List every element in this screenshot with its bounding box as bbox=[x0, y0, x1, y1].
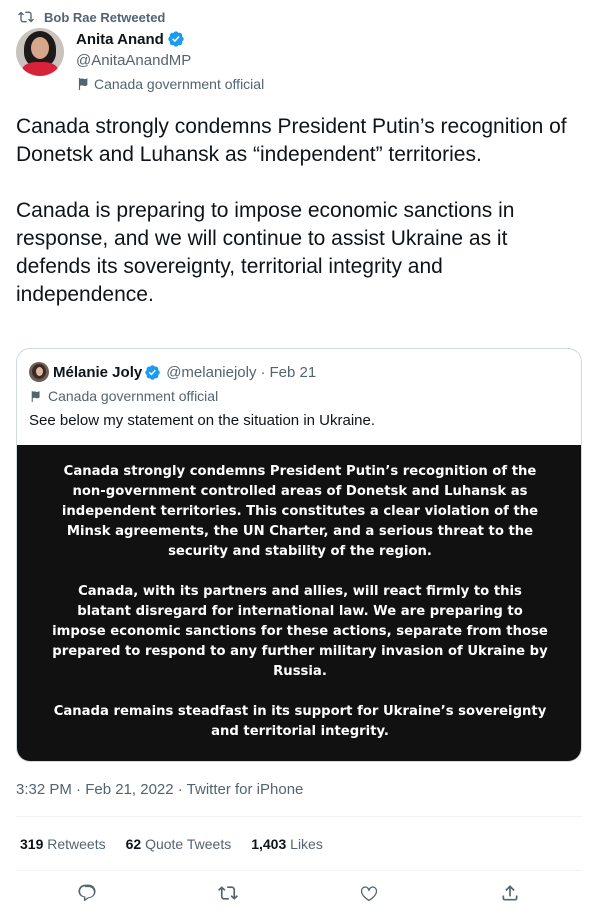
government-label: Canada government official bbox=[76, 75, 264, 93]
separator-dot: · bbox=[260, 363, 266, 381]
statement-paragraph: Canada remains steadfast in its support … bbox=[53, 704, 547, 739]
quoted-tweet-text: See below my statement on the situation … bbox=[29, 412, 376, 429]
statement-image[interactable]: Canada strongly condemns President Putin… bbox=[17, 445, 581, 761]
flag-icon bbox=[78, 78, 88, 90]
action-bar bbox=[16, 878, 582, 908]
author-name[interactable]: Anita Anand bbox=[76, 31, 164, 48]
tweet-header: Anita Anand @AnitaAnandMP Canada governm… bbox=[16, 28, 264, 93]
verified-badge-icon bbox=[168, 31, 184, 47]
statement-paragraph: Canada, with its partners and allies, wi… bbox=[52, 584, 548, 679]
engagement-stats: 319 Retweets 62 Quote Tweets 1,403 Likes bbox=[20, 834, 343, 854]
quoted-tweet-date: Feb 21 bbox=[269, 363, 317, 381]
author-info: Anita Anand @AnitaAnandMP Canada governm… bbox=[76, 28, 264, 93]
share-icon bbox=[502, 885, 518, 901]
likes-count: 1,403 bbox=[251, 836, 287, 852]
reply-button[interactable] bbox=[76, 882, 98, 904]
quoted-government-label: Canada government official bbox=[29, 387, 218, 405]
retweeted-by-bar: Bob Rae Retweeted bbox=[18, 8, 165, 26]
quoted-tweet[interactable]: Mélanie Joly @melaniejoly · Feb 21 Canad… bbox=[16, 348, 582, 762]
divider bbox=[16, 870, 582, 871]
quoted-government-label-text: Canada government official bbox=[48, 388, 219, 404]
retweet-icon bbox=[218, 886, 238, 900]
likes-stat[interactable]: 1,403 Likes bbox=[251, 834, 323, 854]
quoted-author-name: Mélanie Joly bbox=[53, 363, 143, 381]
quote-tweets-label: Quote Tweets bbox=[145, 836, 232, 852]
retweeted-by-label[interactable]: Bob Rae Retweeted bbox=[44, 10, 165, 25]
government-label-text: Canada government official bbox=[94, 76, 265, 92]
retweet-icon bbox=[18, 11, 34, 23]
retweets-label: Retweets bbox=[47, 836, 106, 852]
reply-icon bbox=[78, 884, 96, 901]
divider bbox=[16, 816, 582, 817]
tweet-timestamp[interactable]: 3:32 PM · Feb 21, 2022 · Twitter for iPh… bbox=[16, 780, 303, 800]
retweets-count: 319 bbox=[20, 836, 44, 852]
like-icon bbox=[360, 886, 378, 902]
avatar[interactable] bbox=[16, 28, 64, 76]
quoted-author-handle: @melaniejoly bbox=[166, 363, 257, 381]
statement-paragraph: Canada strongly condemns President Putin… bbox=[61, 464, 539, 559]
share-button[interactable] bbox=[499, 882, 521, 904]
quote-tweets-stat[interactable]: 62 Quote Tweets bbox=[126, 834, 232, 854]
likes-label: Likes bbox=[290, 836, 323, 852]
quote-tweets-count: 62 bbox=[125, 836, 142, 852]
quoted-tweet-header: Mélanie Joly @melaniejoly · Feb 21 bbox=[29, 362, 316, 382]
author-handle[interactable]: @AnitaAnandMP bbox=[76, 51, 264, 71]
quoted-avatar bbox=[29, 362, 49, 382]
tweet-text: Canada strongly condemns President Putin… bbox=[16, 115, 567, 306]
retweets-stat[interactable]: 319 Retweets bbox=[20, 834, 106, 854]
like-button[interactable] bbox=[358, 882, 380, 904]
verified-badge-icon bbox=[145, 364, 160, 380]
flag-icon bbox=[31, 390, 40, 402]
retweet-button[interactable] bbox=[217, 882, 239, 904]
